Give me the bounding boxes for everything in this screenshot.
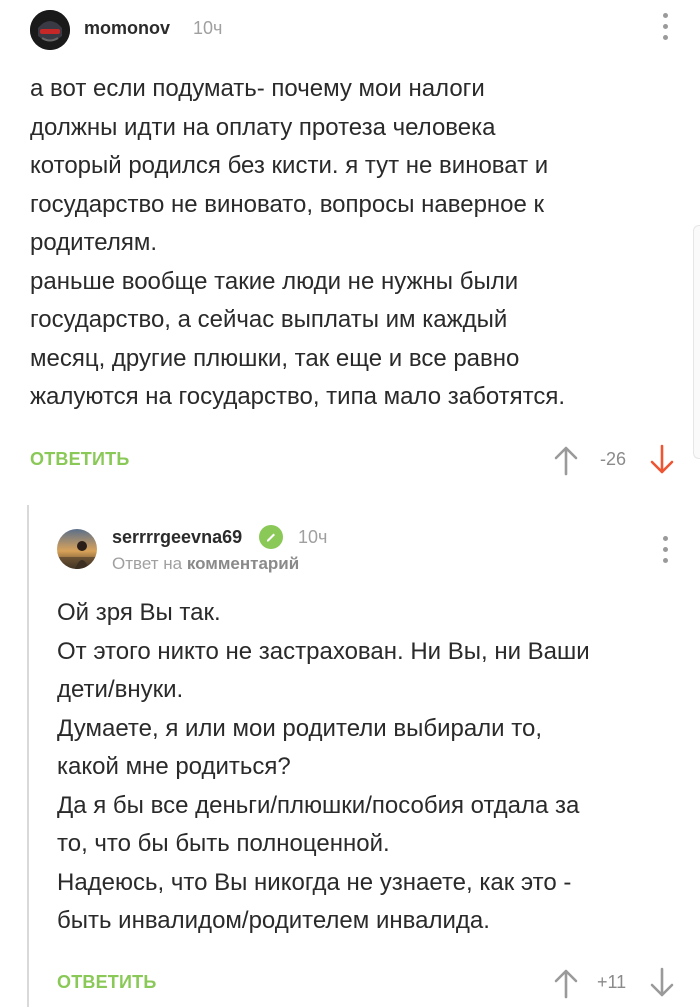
- comment-line: От этого никто не застрахован. Ни Вы, ни…: [57, 637, 590, 665]
- verified-badge-icon: [259, 525, 283, 549]
- reply-to-prefix: Ответ на: [112, 554, 183, 573]
- upvote-arrow-icon[interactable]: [552, 967, 580, 999]
- photo-avatar-icon: [57, 529, 97, 569]
- comment-line: дети/внуки.: [57, 676, 184, 703]
- comment-body: Ой зря Вы так. От этого никто не застрах…: [57, 594, 687, 941]
- downvote-arrow-icon[interactable]: [648, 967, 676, 999]
- reply-button[interactable]: ОТВЕТИТЬ: [57, 972, 156, 993]
- avatar[interactable]: [57, 529, 97, 569]
- comment-line: Надеюсь, что Вы никогда не узнаете, как …: [57, 868, 572, 896]
- reply-to-label: Ответ на комментарий: [112, 554, 299, 574]
- comment-line: быть инвалидом/родителем инвалида.: [57, 907, 490, 934]
- comment-line: то, что бы быть полноценной.: [57, 830, 390, 857]
- reply-to-link[interactable]: комментарий: [187, 554, 299, 573]
- comment-line: какой мне родиться?: [57, 753, 291, 780]
- username[interactable]: serrrrgeevna69: [112, 527, 242, 548]
- comment-2-reply: serrrrgeevna69 10ч Ответ на комментарий …: [0, 0, 700, 1007]
- comment-line: Ой зря Вы так.: [57, 599, 221, 626]
- timestamp: 10ч: [298, 527, 328, 547]
- rating-score: +11: [597, 972, 627, 992]
- comment-line: Да я бы все деньги/плюшки/пособия отдала…: [57, 791, 580, 819]
- more-options-icon[interactable]: [655, 536, 675, 563]
- comment-line: Думаете, я или мои родители выбирали то,: [57, 714, 542, 742]
